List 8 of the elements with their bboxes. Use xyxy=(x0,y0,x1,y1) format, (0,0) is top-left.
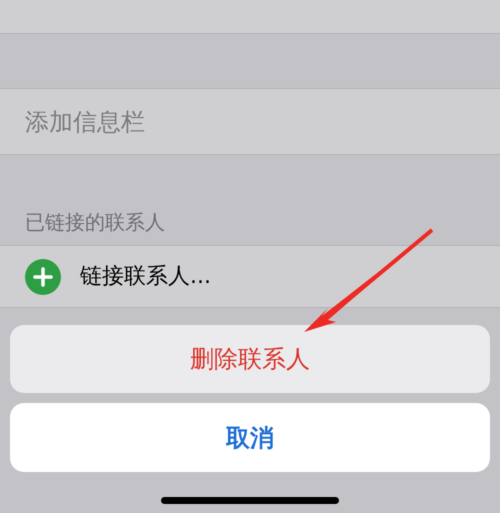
cancel-button[interactable]: 取消 xyxy=(10,403,490,472)
list-row[interactable]: 添加信息栏 xyxy=(0,88,500,155)
add-icon xyxy=(25,258,61,294)
row-label: 链接联系人... xyxy=(80,263,211,291)
link-contact-row[interactable]: 链接联系人... xyxy=(0,245,500,308)
section-header: 已链接的联系人 xyxy=(25,209,165,236)
action-button[interactable]: 删除联系人 xyxy=(10,325,490,393)
row-label: 添加信息栏 xyxy=(25,106,145,138)
